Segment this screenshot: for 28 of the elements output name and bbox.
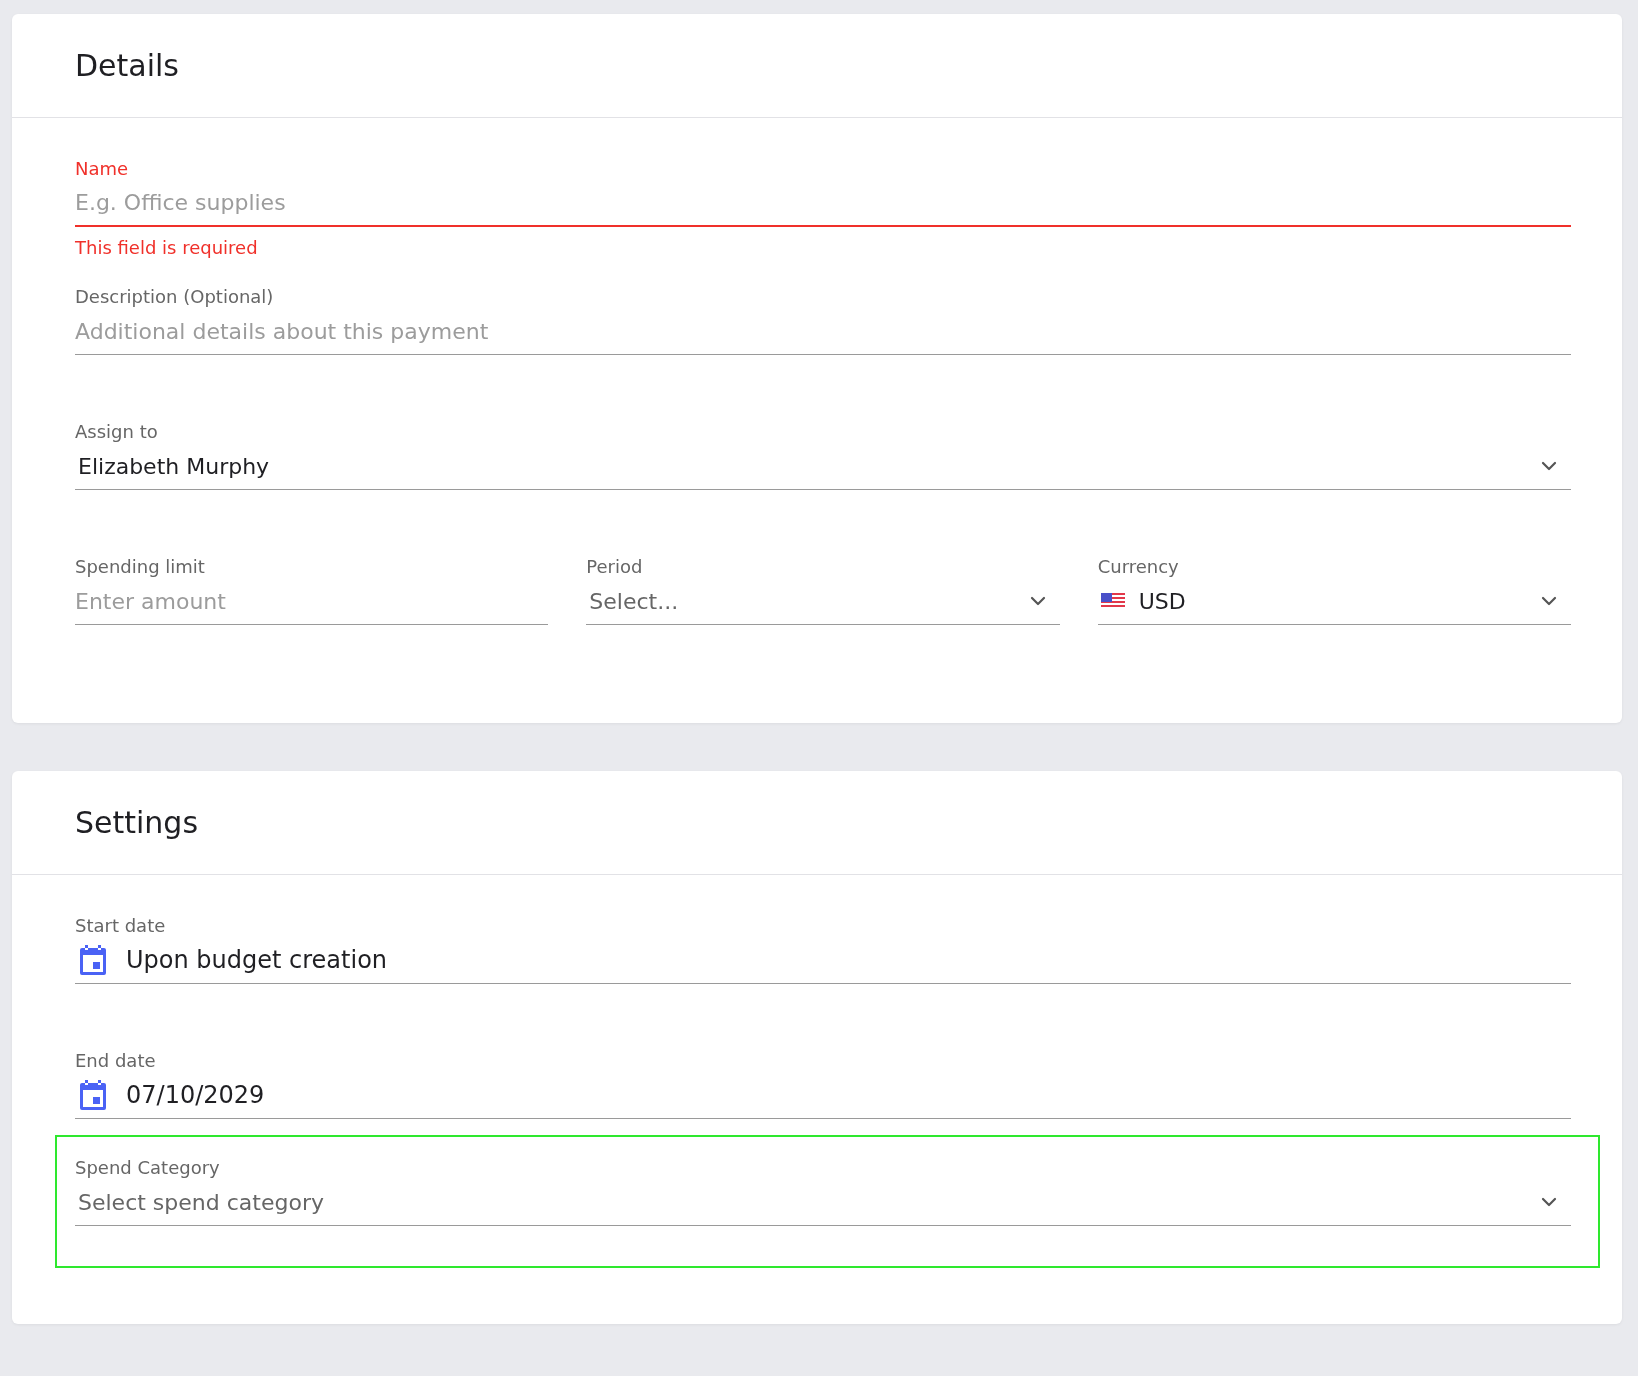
select-field[interactable]: Select... [586,578,1060,625]
field-label: Description (Optional) [75,286,275,308]
chevron-down-icon [1541,596,1557,606]
select-field[interactable]: Elizabeth Murphy [75,443,1571,490]
date-field[interactable]: 07/10/2029 [75,1072,1571,1119]
error-message: This field is required [75,237,259,259]
field-label: Currency [1097,556,1180,578]
section-title: Settings [75,805,199,840]
field-label: Spend Category [75,1157,221,1179]
chevron-down-icon [1541,1197,1557,1207]
calendar-icon [78,944,108,976]
field-label: Start date [75,915,167,937]
input-field[interactable]: E.g. Office supplies [75,180,1571,227]
input-field[interactable]: Additional details about this payment [75,308,1571,355]
field-label: Period [586,556,644,578]
date-field[interactable]: Upon budget creation [75,937,1571,984]
section-title: Details [75,48,179,83]
field-label: End date [75,1050,157,1072]
chevron-down-icon [1029,596,1046,606]
field-label: Assign to [75,421,159,443]
select-field[interactable]: USD [1097,578,1571,625]
flag-icon [1100,593,1125,609]
select-field[interactable]: Select spend category [75,1179,1571,1226]
field-label: Name [75,158,130,180]
field-label: Spending limit [75,556,206,578]
input-field[interactable]: Enter amount [75,578,549,625]
chevron-down-icon [1541,461,1557,471]
calendar-icon [78,1079,108,1111]
